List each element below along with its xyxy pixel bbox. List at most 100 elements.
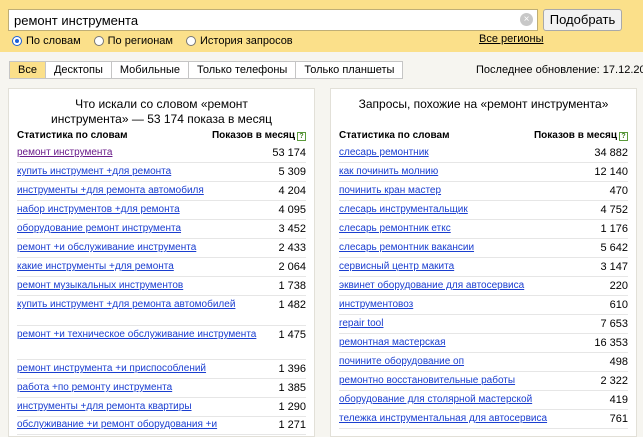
- query-link[interactable]: оборудование для столярной мастерской: [339, 394, 579, 406]
- count-label: Показов в месяц: [533, 130, 617, 141]
- query-link[interactable]: как починить молнию: [339, 166, 579, 178]
- radio-label: По словам: [26, 34, 81, 47]
- table-row: слесарь ремонтник еткс 1 176: [339, 220, 628, 239]
- query-link[interactable]: слесарь ремонтник еткс: [339, 223, 579, 235]
- query-link[interactable]: инструменты +для ремонта квартиры: [17, 401, 257, 413]
- impressions-count: 498: [609, 356, 628, 368]
- query-link[interactable]: ремонт +и обслуживание инструмента: [17, 242, 257, 254]
- query-link[interactable]: почините оборудование оп: [339, 356, 579, 368]
- column-header: Статистика по словам Показов в месяц?: [17, 130, 306, 144]
- column-count: Показов в месяц?: [534, 130, 628, 141]
- table-row: оборудование для столярной мастерской 419: [339, 391, 628, 410]
- radio-indicator: [186, 35, 196, 46]
- search-bar: ремонт инструмента × Подобрать По словам…: [0, 0, 643, 52]
- query-link[interactable]: слесарь ремонтник вакансии: [339, 242, 579, 254]
- table-row: ремонт музыкальных инструментов 1 738: [17, 277, 306, 296]
- query-link[interactable]: ремонт инструмента +и приспособлений: [17, 363, 257, 375]
- impressions-count: 34 882: [594, 147, 628, 159]
- query-link[interactable]: инструментовоз: [339, 299, 579, 311]
- impressions-count: 220: [609, 280, 628, 292]
- table-row: слесарь ремонтник вакансии 5 642: [339, 239, 628, 258]
- query-list: слесарь ремонтник 34 882 как починить молн…: [339, 144, 628, 429]
- query-link[interactable]: ремонт +и техническое обслуживание инстр…: [17, 329, 257, 341]
- table-row: ремонтно восстановительные работы 2 322: [339, 372, 628, 391]
- query-link[interactable]: купить инструмент +для ремонта: [17, 166, 257, 178]
- left-panel: Что искали со словом «ремонт инструмента…: [8, 88, 315, 437]
- search-input[interactable]: ремонт инструмента: [8, 9, 538, 31]
- table-row: ремонтная мастерская 16 353: [339, 334, 628, 353]
- impressions-count: 1 290: [278, 401, 306, 413]
- query-link[interactable]: купить инструмент +для ремонта автомобил…: [17, 299, 257, 311]
- radio-by-regions[interactable]: По регионам: [93, 35, 173, 47]
- close-icon[interactable]: ×: [520, 13, 533, 26]
- panel-title-line: Что искали со словом «ремонт: [75, 97, 248, 111]
- table-row: тележка инструментальная для автосервиса…: [339, 410, 628, 429]
- impressions-count: 610: [609, 299, 628, 311]
- impressions-count: 4 752: [600, 204, 628, 216]
- radio-by-words[interactable]: По словам: [12, 35, 81, 47]
- query-link[interactable]: обслуживание +и ремонт оборудования +и: [17, 419, 257, 431]
- table-row: набор инструментов +для ремонта 4 095: [17, 201, 306, 220]
- last-updated: Последнее обновление: 17.12.2021: [476, 64, 643, 76]
- radio-indicator: [12, 35, 22, 46]
- table-row: слесарь ремонтник 34 882: [339, 144, 628, 163]
- table-row: ремонт инструмента +и приспособлений 1 39…: [17, 360, 306, 379]
- table-row: ремонт +и обслуживание инструмента 2 433: [17, 239, 306, 258]
- query-link[interactable]: ремонт музыкальных инструментов: [17, 280, 257, 292]
- query-link[interactable]: ремонтная мастерская: [339, 337, 579, 349]
- impressions-count: 1 738: [278, 280, 306, 292]
- table-row: инструменты +для ремонта квартиры 1 290: [17, 398, 306, 417]
- query-link[interactable]: слесарь инструментальщик: [339, 204, 579, 216]
- table-row: работа +по ремонту инструмента 1 385: [17, 379, 306, 398]
- query-link[interactable]: инструменты +для ремонта автомобиля: [17, 185, 257, 197]
- query-link[interactable]: ремонт инструмента: [17, 147, 257, 159]
- table-row: починить кран мастер 470: [339, 182, 628, 201]
- impressions-count: 2 064: [278, 261, 306, 273]
- impressions-count: 1 475: [278, 329, 306, 341]
- radio-history[interactable]: История запросов: [186, 35, 293, 47]
- query-link[interactable]: набор инструментов +для ремонта: [17, 204, 257, 216]
- query-link[interactable]: работа +по ремонту инструмента: [17, 382, 257, 394]
- impressions-count: 2 433: [278, 242, 306, 254]
- right-panel: Запросы, похожие на «ремонт инструмента»…: [330, 88, 637, 437]
- tab-desktops[interactable]: Десктопы: [44, 62, 111, 78]
- impressions-count: 761: [609, 413, 628, 425]
- query-link[interactable]: слесарь ремонтник: [339, 147, 579, 159]
- query-link[interactable]: сервисный центр макита: [339, 261, 579, 273]
- tab-tablets-only[interactable]: Только планшеты: [295, 62, 402, 78]
- tab-mobile[interactable]: Мобильные: [110, 62, 188, 78]
- help-icon[interactable]: ?: [619, 132, 628, 141]
- all-regions-link[interactable]: Все регионы: [479, 33, 544, 45]
- tab-all[interactable]: Все: [10, 62, 45, 78]
- table-row: инструменты +для ремонта автомобиля 4 204: [17, 182, 306, 201]
- query-link[interactable]: оборудование ремонт инструмента: [17, 223, 257, 235]
- column-label: Статистика по словам: [339, 130, 450, 141]
- query-link[interactable]: эквинет оборудование для автосервиса: [339, 280, 579, 292]
- help-icon[interactable]: ?: [297, 132, 306, 141]
- impressions-count: 3 147: [600, 261, 628, 273]
- query-link[interactable]: починить кран мастер: [339, 185, 579, 197]
- impressions-count: 1 482: [278, 299, 306, 311]
- query-link[interactable]: тележка инструментальная для автосервиса: [339, 413, 579, 425]
- table-row: слесарь инструментальщик 4 752: [339, 201, 628, 220]
- panel-title: Что искали со словом «ремонт инструмента…: [9, 97, 314, 127]
- impressions-count: 3 452: [278, 223, 306, 235]
- query-link[interactable]: ремонтно восстановительные работы: [339, 375, 579, 387]
- impressions-count: 1 271: [278, 419, 306, 431]
- search-button[interactable]: Подобрать: [543, 9, 622, 31]
- radio-indicator: [93, 35, 104, 46]
- impressions-count: 419: [609, 394, 628, 406]
- table-row: ремонт инструмента 53 174: [17, 144, 306, 163]
- panel-title: Запросы, похожие на «ремонт инструмента»: [358, 97, 609, 111]
- tab-phones-only[interactable]: Только телефоны: [187, 62, 295, 78]
- impressions-count: 53 174: [272, 147, 306, 159]
- table-row: обслуживание +и ремонт оборудования +и 1 …: [17, 417, 306, 435]
- table-row: какие инструменты +для ремонта 2 064: [17, 258, 306, 277]
- impressions-count: 1 396: [278, 363, 306, 375]
- impressions-count: 5 642: [600, 242, 628, 254]
- query-link[interactable]: какие инструменты +для ремонта: [17, 261, 257, 273]
- table-row: repair tool 7 653: [339, 315, 628, 334]
- query-link[interactable]: repair tool: [339, 318, 579, 330]
- impressions-count: 16 353: [594, 337, 628, 349]
- search-mode-group: По словам По регионам История запросов: [12, 33, 306, 48]
